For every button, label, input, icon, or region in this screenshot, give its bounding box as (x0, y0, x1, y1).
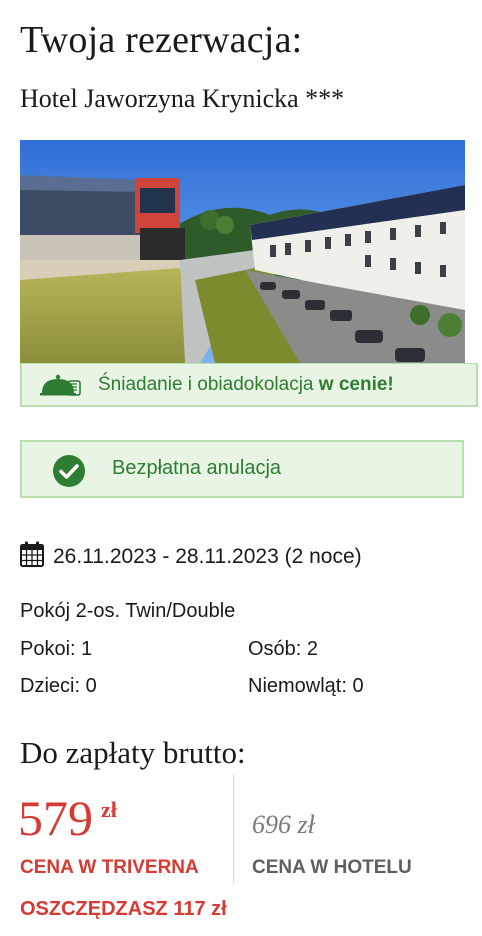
infants-count: Niemowląt: 0 (248, 675, 364, 697)
check-circle-icon (52, 454, 86, 493)
price-divider (233, 775, 234, 883)
savings-text: OSZCZĘDZASZ 117 zł (20, 898, 227, 920)
currency: zł (101, 797, 117, 822)
cancel-text: Bezpłatna anulacja (112, 457, 282, 479)
stay-dates: 26.11.2023 - 28.11.2023 (2 noce) (20, 541, 362, 573)
page-title: Twoja rezerwacja: (20, 19, 303, 61)
meal-included-badge: Śniadanie i obiadokolacja w cenie! (20, 363, 478, 407)
children-count: Dzieci: 0 (20, 675, 97, 697)
cloche-icon (40, 373, 82, 402)
meal-emphasis: w cenie! (318, 374, 394, 395)
triverna-price-label: CENA W TRIVERNA (20, 857, 199, 878)
rooms-count: Pokoi: 1 (20, 638, 93, 660)
triverna-price: 579 zł (18, 793, 117, 843)
meal-text: Śniadanie i obiadokolacja (98, 374, 314, 395)
hotel-photo (20, 140, 465, 363)
hotel-price: 696 zł (252, 810, 315, 839)
date-range: 26.11.2023 - 28.11.2023 (2 noce) (53, 545, 362, 568)
room-type: Pokój 2-os. Twin/Double (20, 600, 236, 622)
free-cancellation-badge: Bezpłatna anulacja (20, 440, 464, 498)
hotel-name: Hotel Jaworzyna Krynicka *** (20, 84, 345, 113)
triverna-price-value: 579 (18, 790, 93, 846)
calendar-icon (20, 541, 53, 573)
hotel-price-label: CENA W HOTELU (252, 857, 412, 878)
payment-title: Do zapłaty brutto: (20, 735, 246, 770)
guests-count: Osób: 2 (248, 638, 319, 660)
